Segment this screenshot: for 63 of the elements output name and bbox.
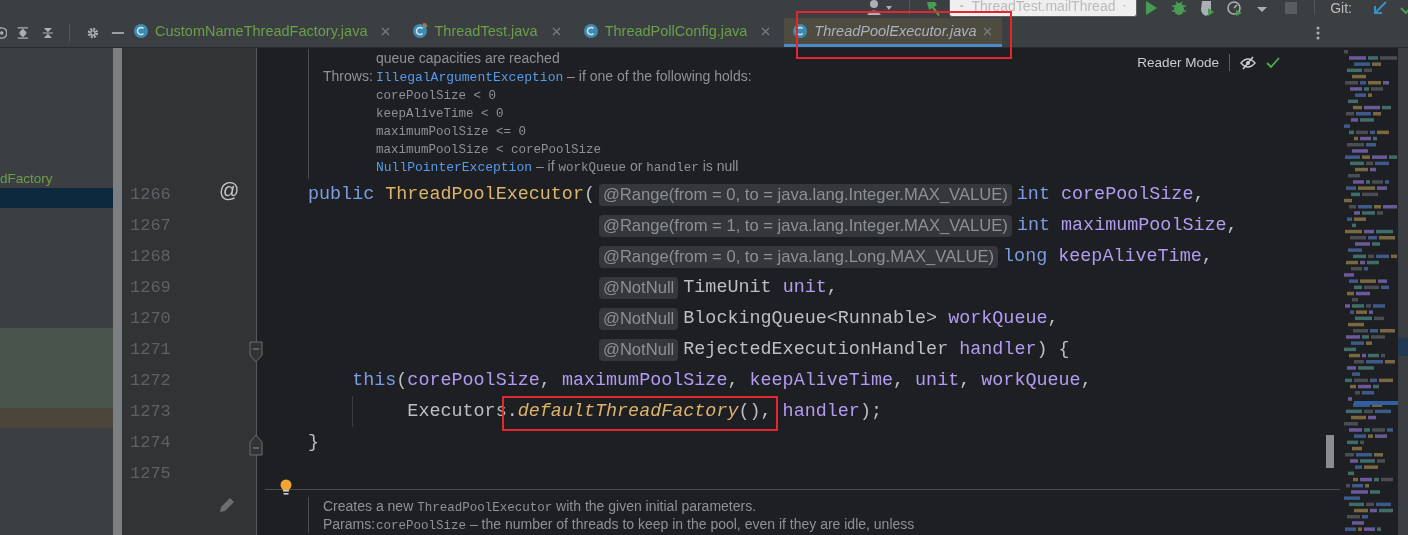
pencil-icon[interactable] [218, 496, 236, 514]
user-icon[interactable] [866, 0, 895, 16]
code-text: long keepAliveTime, [1003, 246, 1213, 267]
lightbulb-icon[interactable] [279, 479, 293, 497]
editor-tab[interactable]: ThreadTest.java [404, 18, 571, 47]
fold-icon[interactable] [249, 434, 263, 456]
update-arrow-icon[interactable] [1372, 0, 1388, 16]
code-text: .defaultThreadFactory(), [506, 401, 772, 422]
code-text: public ThreadPoolExecutor( [308, 184, 595, 205]
close-icon[interactable] [761, 26, 771, 36]
parameter-hint: @Range(from = 0, to = java.lang.Long.MAX_VALUE) [599, 245, 999, 268]
code-text: handler); [781, 401, 882, 422]
exception-link[interactable]: IllegalArgumentException [376, 70, 564, 85]
check-icon[interactable] [1266, 56, 1280, 69]
parameter-hint: @NotNull [599, 338, 679, 361]
tree-row[interactable]: dFactory [0, 168, 113, 188]
annotation-marker[interactable]: @ [219, 179, 240, 202]
doc-text: corePoolSize < 0 [376, 88, 497, 103]
doc-text: NullPointerException – if workQueue or handler is null [376, 157, 739, 175]
doc-text: Creates a new ThreadPoolExecutor with the given initial parameters. [323, 497, 757, 515]
code-text: int corePoolSize, [1016, 184, 1205, 205]
parameter-hint: @Range(from = 1, to = java.lang.Integer.MAX_VALUE) [599, 214, 1012, 237]
code-text: BlockingQueue<Runnable> workQueue, [683, 308, 1059, 329]
shield-icon[interactable] [1199, 0, 1216, 16]
doc-text: keepAliveTime < 0 [376, 106, 504, 121]
code-text: } [308, 432, 320, 453]
bug-icon[interactable] [1171, 0, 1188, 16]
parameter-hint: @Range(from = 0, to = java.lang.Integer.MAX_VALUE) [598, 183, 1012, 206]
close-icon[interactable] [982, 26, 992, 36]
more-options-icon[interactable] [1316, 25, 1320, 40]
reader-mode-button[interactable]: Reader Mode [1137, 55, 1219, 70]
exception-link[interactable]: NullPointerException [376, 160, 533, 175]
editor-tab[interactable]: ThreadPoolExecutor.java [784, 18, 1002, 47]
class-icon [792, 23, 809, 39]
code-text: int maximumPoolSize, [1016, 215, 1238, 236]
doc-text: maximumPoolSize <= 0 [376, 124, 527, 139]
editor-tab[interactable]: ThreadPollConfig.java [574, 18, 781, 47]
code-text: this(corePoolSize, maximumPoolSize, keepAliveTime, unit, workQueue, [352, 370, 1092, 391]
doc-text: maximumPoolSize < corePoolSize [376, 142, 602, 157]
class-icon [582, 23, 599, 39]
hidden-eye-icon[interactable] [1240, 55, 1256, 70]
close-icon[interactable] [381, 26, 391, 36]
doc-text: corePoolSize – the number of threads to keep in the pool, even if they are idle, unless [376, 515, 915, 533]
scrollbar[interactable] [113, 48, 122, 535]
close-icon[interactable] [551, 26, 561, 36]
target-icon[interactable] [0, 24, 7, 41]
fold-icon[interactable] [249, 341, 263, 363]
scrollbar-thumb[interactable] [1326, 435, 1334, 468]
gauge-icon[interactable] [1227, 0, 1244, 16]
doc-label: Params: [323, 515, 376, 533]
parameter-hint: @NotNull [599, 307, 679, 330]
code-text: TimeUnit unit, [683, 277, 838, 298]
class-icon [412, 23, 429, 39]
stop-icon[interactable] [1283, 0, 1300, 16]
parameter-hint: @NotNull [599, 276, 679, 299]
editor-tab[interactable]: CustomNameThreadFactory.java [125, 18, 401, 47]
expand-all-icon[interactable] [15, 24, 30, 41]
vcs-label: Git: [1330, 0, 1352, 16]
code-text: RejectedExecutionHandler handler) { [683, 339, 1070, 360]
doc-text: queue capacities are reached [376, 49, 560, 67]
class-icon [133, 23, 149, 39]
doc-label: Throws: [323, 67, 373, 85]
doc-text: IllegalArgumentException – if one of the following holds: [376, 67, 752, 85]
